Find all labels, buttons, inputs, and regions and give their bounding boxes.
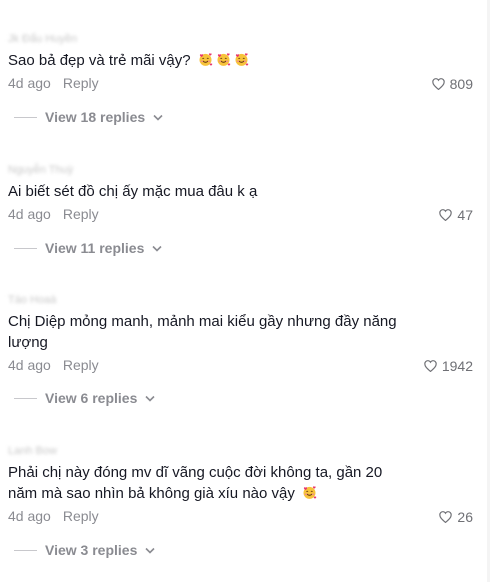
heart-outline-icon [431, 78, 445, 90]
emoji-group [195, 52, 249, 69]
smiling-face-with-hearts-icon [235, 53, 249, 66]
comments-panel: Jk Đẩu Huyền Sao bả đẹp và trẻ mãi vậy? … [0, 0, 490, 582]
comment-author[interactable]: Táo Hoaà [8, 294, 56, 306]
chevron-down-icon [145, 395, 155, 402]
like-count: 26 [457, 509, 473, 525]
comment-time: 4d ago [8, 75, 51, 91]
smiling-face-with-hearts-icon [303, 486, 317, 499]
comment-text-content: Phải chị này đóng mv dĩ vãng cuộc đời kh… [8, 464, 383, 502]
like-count: 47 [457, 207, 473, 223]
like-button[interactable]: 47 [439, 207, 473, 223]
chevron-down-icon [152, 245, 162, 252]
comment-meta: 4d ago Reply [8, 206, 99, 222]
comment-author[interactable]: Jk Đẩu Huyền [8, 33, 77, 45]
comment-time: 4d ago [8, 206, 51, 222]
like-button[interactable]: 809 [431, 76, 473, 92]
view-replies-label: View 18 replies [45, 109, 146, 125]
view-replies-button[interactable]: View 6 replies [14, 390, 155, 406]
view-replies-button[interactable]: View 18 replies [14, 109, 163, 125]
like-count: 809 [449, 76, 473, 92]
comment-text: Phải chị này đóng mv dĩ vãng cuộc đời kh… [8, 462, 408, 504]
heart-outline-icon [439, 511, 453, 523]
view-replies-label: View 11 replies [45, 240, 145, 256]
comment-text: Sao bả đẹp và trẻ mãi vậy? [8, 50, 418, 71]
reply-button[interactable]: Reply [63, 508, 99, 524]
comment-author[interactable]: Nguyễn Thuỳ [8, 164, 73, 176]
comment-text: Chị Diệp mỏng manh, mảnh mai kiểu gầy nh… [8, 313, 397, 351]
divider-line [14, 247, 37, 249]
heart-outline-icon [424, 360, 437, 372]
comment-text: Ai biết sét đồ chị ấy mặc mua đâu k ạ [8, 183, 258, 200]
comment-time: 4d ago [8, 357, 51, 373]
view-replies-label: View 3 replies [45, 542, 138, 558]
reply-button[interactable]: Reply [63, 75, 99, 91]
reply-button[interactable]: Reply [63, 206, 99, 222]
comment-meta: 4d ago Reply [8, 508, 99, 524]
emoji-group [299, 485, 317, 502]
divider-line [14, 397, 37, 399]
comment-author[interactable]: Lanh Bow [8, 445, 57, 457]
smiling-face-with-hearts-icon [199, 53, 213, 66]
view-replies-button[interactable]: View 3 replies [14, 542, 155, 558]
comment-text-content: Sao bả đẹp và trẻ mãi vậy? [8, 52, 191, 69]
heart-outline-icon [439, 209, 453, 221]
like-count: 1942 [441, 358, 473, 374]
comment-time: 4d ago [8, 508, 51, 524]
view-replies-label: View 6 replies [45, 390, 138, 406]
chevron-down-icon [145, 547, 155, 554]
view-replies-button[interactable]: View 11 replies [14, 240, 162, 256]
comment-meta: 4d ago Reply [8, 357, 99, 373]
comment-meta: 4d ago Reply [8, 75, 99, 91]
chevron-down-icon [153, 114, 163, 121]
divider-line [14, 549, 37, 551]
like-button[interactable]: 1942 [424, 358, 473, 374]
reply-button[interactable]: Reply [63, 357, 99, 373]
like-button[interactable]: 26 [439, 509, 473, 525]
divider-line [14, 116, 37, 118]
smiling-face-with-hearts-icon [217, 53, 231, 66]
